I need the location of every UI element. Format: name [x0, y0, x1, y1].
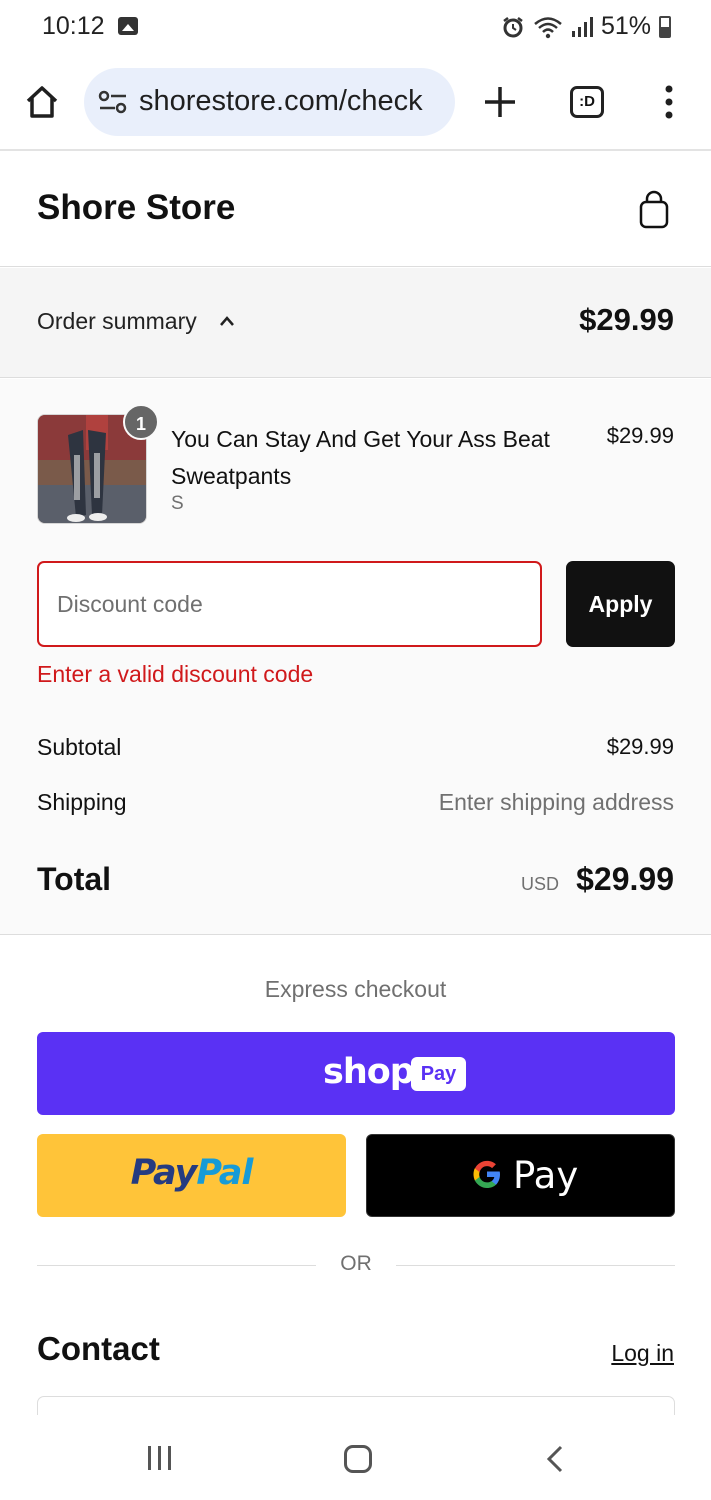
- order-summary-toggle[interactable]: Order summary $29.99: [0, 268, 711, 378]
- shipping-value: Enter shipping address: [438, 789, 674, 815]
- login-link[interactable]: Log in: [611, 1340, 674, 1367]
- tabs-icon[interactable]: :D: [570, 86, 604, 118]
- image-icon: [118, 17, 138, 35]
- home-icon[interactable]: [20, 80, 64, 124]
- shop-pay-logo: shop: [323, 1052, 415, 1092]
- quantity-badge: 1: [123, 404, 159, 440]
- status-icons: 51%: [501, 12, 671, 41]
- paypal-button[interactable]: PayPal: [37, 1134, 346, 1217]
- google-pay-button[interactable]: Pay: [366, 1134, 675, 1217]
- total-value: $29.99: [576, 861, 674, 897]
- order-summary-panel: 1 You Can Stay And Get Your Ass Beat Swe…: [0, 379, 711, 935]
- product-name: You Can Stay And Get Your Ass Beat Sweat…: [171, 426, 550, 489]
- express-checkout-title: Express checkout: [264, 976, 447, 1002]
- divider: [37, 1265, 316, 1266]
- product-variant: S: [171, 493, 184, 514]
- shipping-label: Shipping: [37, 789, 127, 815]
- subtotal-label: Subtotal: [37, 734, 122, 760]
- discount-error-message: Enter a valid discount code: [37, 661, 314, 687]
- order-summary-total: $29.99: [579, 302, 674, 337]
- shopping-bag-icon[interactable]: [637, 190, 671, 230]
- chevron-up-icon[interactable]: [218, 314, 236, 328]
- apply-discount-button[interactable]: Apply: [566, 561, 675, 647]
- total-label: Total: [37, 861, 112, 897]
- product-price: $29.99: [606, 423, 674, 448]
- wifi-icon: [534, 16, 562, 38]
- order-summary-label[interactable]: Order summary: [37, 308, 197, 335]
- discount-code-input[interactable]: [37, 561, 542, 647]
- store-title[interactable]: Shore Store: [37, 188, 235, 228]
- battery-percent: 51%: [600, 12, 651, 40]
- more-vert-icon[interactable]: [660, 84, 678, 120]
- contact-heading: Contact: [37, 1330, 160, 1367]
- google-pay-label: Pay: [513, 1154, 579, 1197]
- google-g-icon: [473, 1160, 500, 1188]
- shop-pay-badge: Pay: [411, 1057, 466, 1091]
- status-bar: 10:12 51%: [0, 0, 711, 56]
- status-time: 10:12: [42, 12, 105, 40]
- address-bar[interactable]: shorestore.com/check: [84, 68, 455, 136]
- subtotal-value: $29.99: [606, 734, 674, 759]
- shop-pay-button[interactable]: shop Pay: [37, 1032, 675, 1115]
- signal-icon: [571, 16, 593, 37]
- recent-apps-icon[interactable]: [147, 1445, 173, 1471]
- alarm-icon: [503, 16, 523, 37]
- home-nav-icon[interactable]: [344, 1445, 372, 1473]
- paypal-logo: PayPal: [130, 1153, 254, 1193]
- or-divider-text: OR: [340, 1252, 372, 1275]
- browser-toolbar: shorestore.com/check :D: [0, 56, 711, 151]
- divider: [396, 1265, 675, 1266]
- system-nav-bar: [0, 1415, 711, 1500]
- site-settings-icon[interactable]: [98, 88, 128, 116]
- battery-icon: [659, 15, 671, 38]
- back-icon[interactable]: [545, 1444, 565, 1474]
- total-currency: USD: [520, 874, 559, 894]
- store-header: Shore Store: [0, 152, 711, 267]
- plus-icon[interactable]: [480, 82, 520, 122]
- url-text: shorestore.com/check: [139, 85, 423, 117]
